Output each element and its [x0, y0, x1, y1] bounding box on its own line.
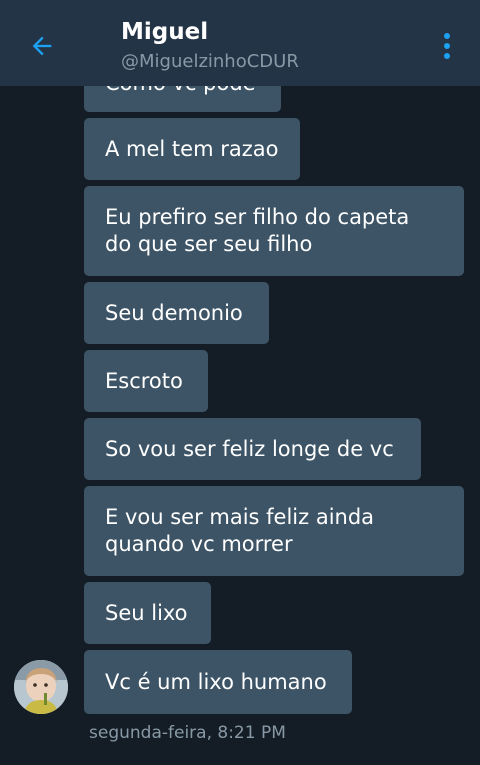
conversation-title[interactable]: Miguel: [121, 17, 208, 47]
arrow-left-icon: [32, 36, 52, 56]
more-options-button[interactable]: [433, 28, 461, 64]
conversation-header: Miguel @MiguelzinhoCDUR: [0, 0, 480, 86]
user-handle[interactable]: @MiguelzinhoCDUR: [121, 50, 299, 74]
message-bubble[interactable]: Vc é um lixo humano: [84, 650, 352, 714]
message-bubble[interactable]: So vou ser feliz longe de vc: [84, 418, 421, 480]
sender-avatar[interactable]: [14, 660, 68, 714]
message-bubble[interactable]: A mel tem razao: [84, 118, 300, 180]
message-bubble[interactable]: Escroto: [84, 350, 208, 412]
message-bubble[interactable]: Eu prefiro ser filho do capeta do que se…: [84, 186, 464, 276]
message-timestamp: segunda-feira, 8:21 PM: [89, 723, 286, 743]
message-bubble[interactable]: E vou ser mais feliz ainda quando vc mor…: [84, 486, 464, 576]
back-button[interactable]: [22, 26, 62, 66]
message-bubble[interactable]: Seu lixo: [84, 582, 211, 644]
message-bubble[interactable]: Seu demonio: [84, 282, 269, 344]
avatar-photo: [14, 660, 68, 714]
more-vertical-icon: [444, 33, 450, 59]
